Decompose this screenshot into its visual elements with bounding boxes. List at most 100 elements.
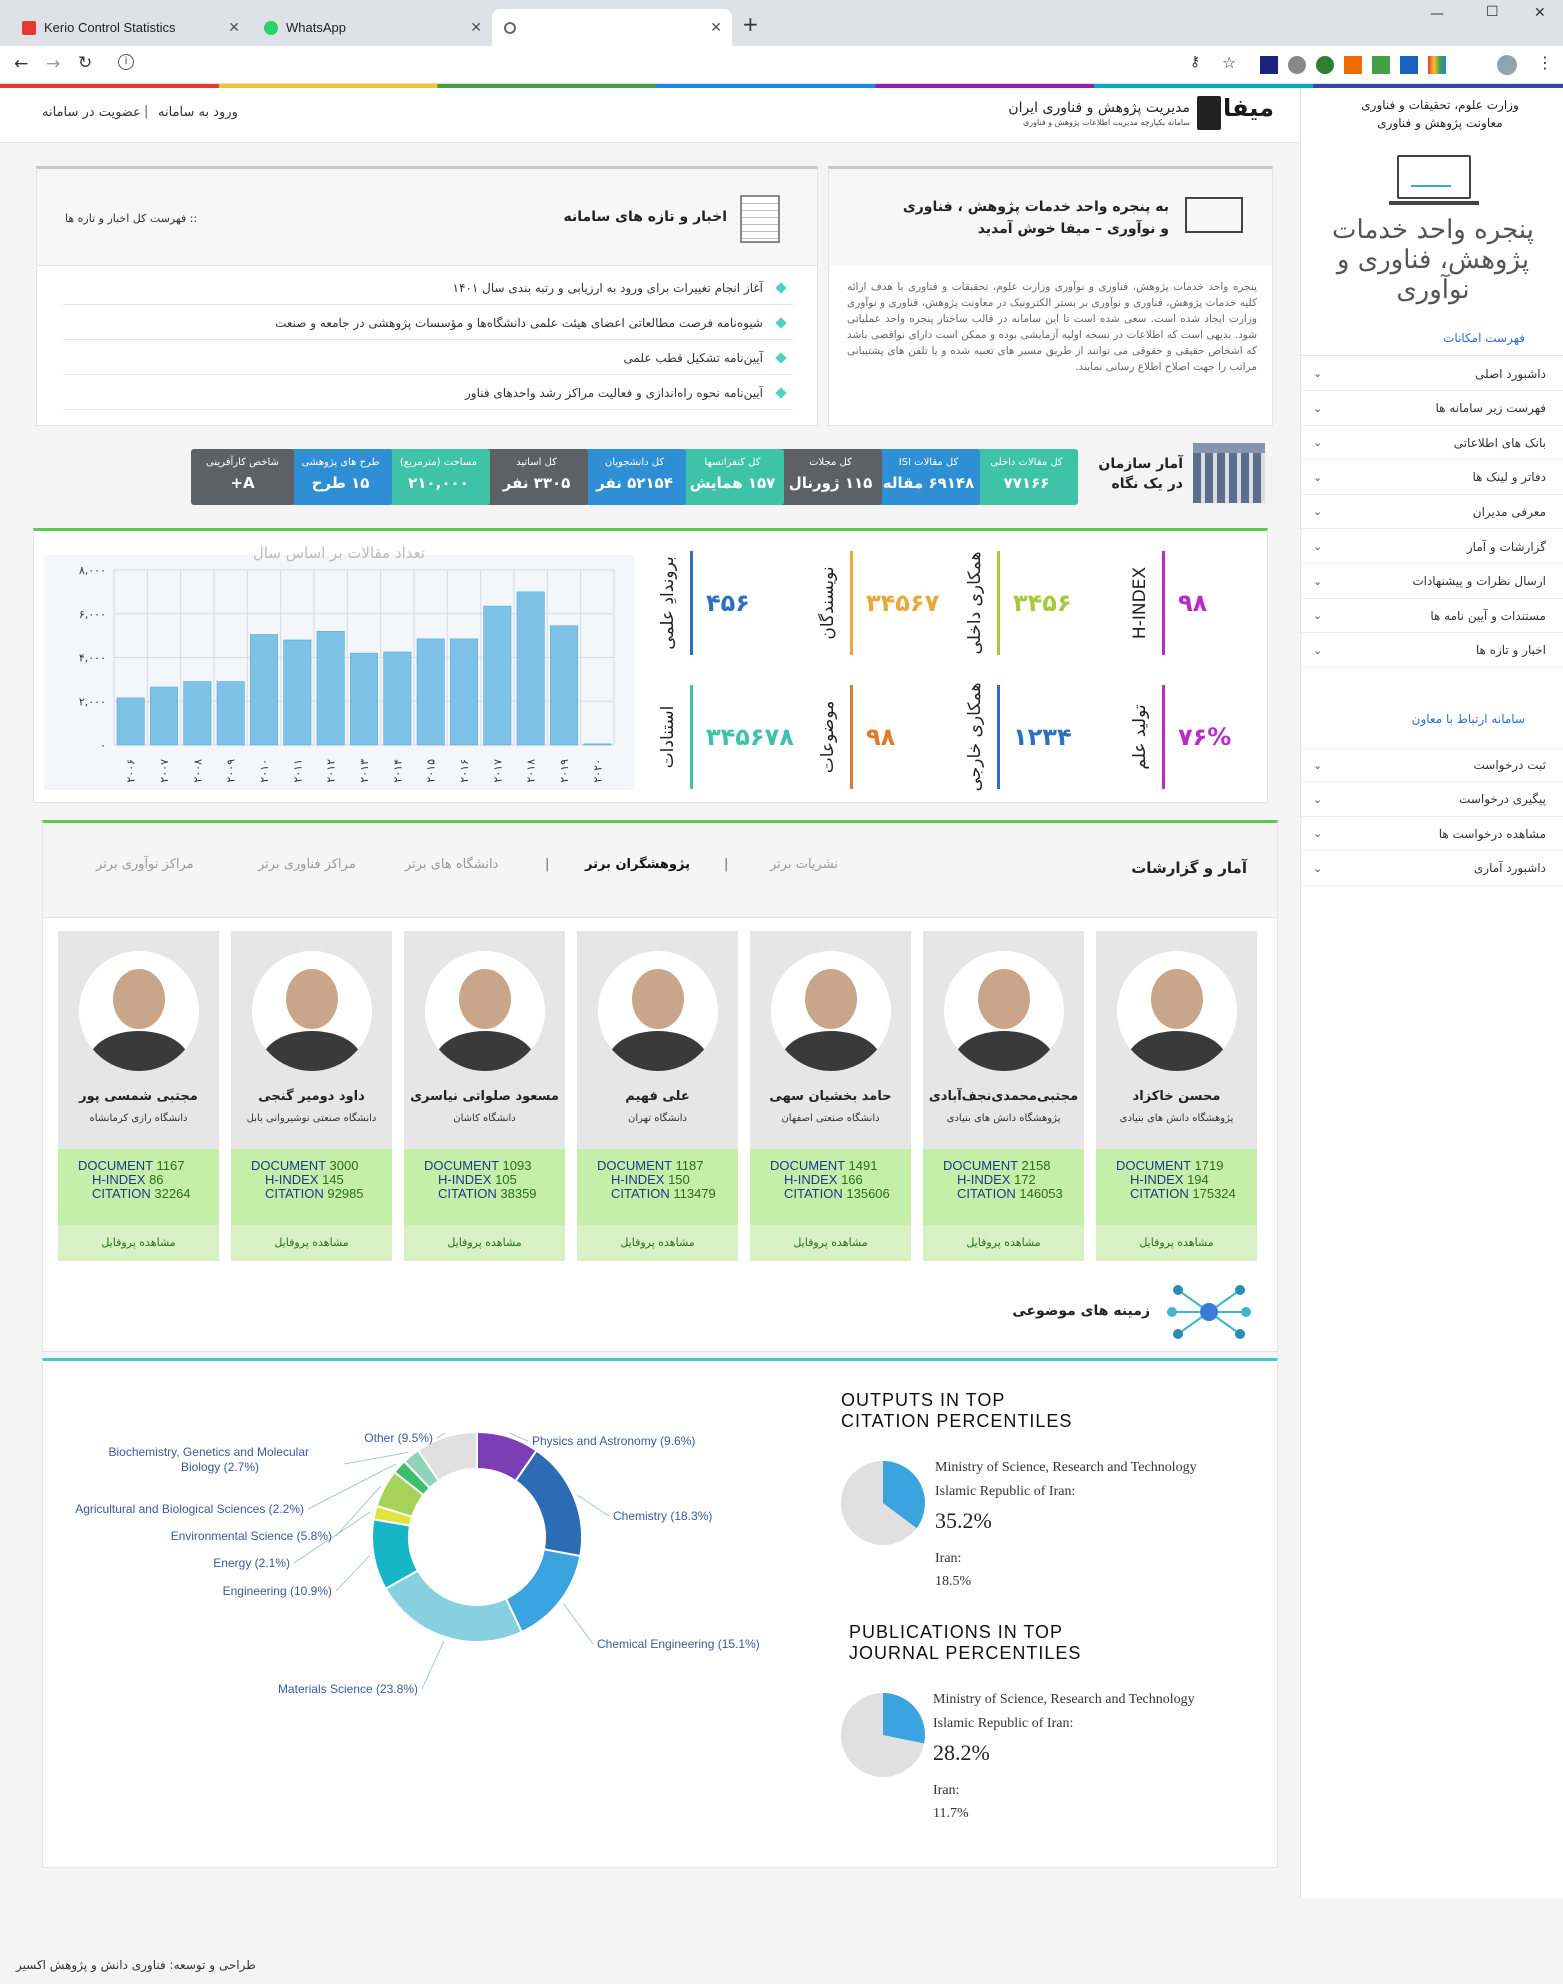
minimize-button[interactable]: — — [1430, 6, 1444, 22]
bar[interactable] — [116, 697, 145, 746]
news-item[interactable]: آیین‌نامه نحوه راه‌اندازی و فعالیت مراکز… — [63, 376, 793, 410]
stat-label: کل کنفرانسها — [704, 457, 761, 468]
avatar-shoulders — [1127, 1031, 1227, 1071]
sidebar-item[interactable]: فهرست زیر سامانه ها ⌄ — [1301, 392, 1563, 426]
avatar-shoulders — [89, 1031, 189, 1071]
sidebar-item[interactable]: دفاتر و لینک ها ⌄ — [1301, 461, 1563, 495]
bar[interactable] — [550, 625, 578, 746]
tab-top-innovation-centers[interactable]: مراکز نوآوری برتر — [96, 857, 194, 872]
view-profile-link[interactable]: مشاهده پروفایل — [404, 1225, 565, 1261]
avatar — [771, 951, 891, 1071]
avatar — [1117, 951, 1237, 1071]
sidebar-item[interactable]: بانک های اطلاعاتی ⌄ — [1301, 426, 1563, 461]
researcher-metrics: DOCUMENT 1187 H-INDEX 150 CITATION 113479 — [577, 1149, 738, 1225]
close-icon[interactable]: ✕ — [228, 19, 240, 36]
bar[interactable] — [316, 630, 345, 746]
x-tick-label: ۲۰۰۸ — [191, 759, 204, 783]
bar[interactable] — [283, 639, 312, 746]
register-link[interactable]: عضویت در سامانه — [42, 105, 141, 120]
sidebar-item[interactable]: گزارشات و آمار ⌄ — [1301, 530, 1563, 564]
researcher-name[interactable]: مجتبی‌محمدی‌نجف‌آبادی — [923, 1089, 1084, 1104]
news-all-link[interactable]: :: فهرست کل اخبار و تازه ها — [65, 212, 315, 225]
view-profile-link[interactable]: مشاهده پروفایل — [923, 1225, 1084, 1261]
researcher-name[interactable]: مسعود صلواتی نیاسری — [404, 1089, 565, 1104]
browser-tab-active[interactable]: ✕ — [492, 9, 732, 46]
researcher-card: داود دومیر گنجی دانشگاه صنعتی نوشیروانی ب… — [231, 931, 392, 1261]
researcher-name[interactable]: حامد بخشیان سهی — [750, 1089, 911, 1104]
extension-icons[interactable] — [1260, 56, 1475, 74]
browser-tab-whatsapp[interactable]: WhatsApp ✕ — [252, 9, 492, 46]
address-bar[interactable] — [145, 54, 1185, 76]
bar[interactable] — [183, 681, 212, 746]
bar[interactable] — [583, 743, 612, 746]
sidebar-item[interactable]: ارسال نظرات و پیشنهادات ⌄ — [1301, 565, 1563, 599]
stat-value: ۵۲۱۵۴ نفر — [596, 474, 673, 492]
tab-top-journals[interactable]: نشریات برتر — [770, 857, 838, 872]
menu-icon[interactable]: ⋮ — [1537, 53, 1553, 72]
kerio-icon — [22, 20, 36, 35]
contact-item[interactable]: مشاهده درخواست ها ⌄ — [1301, 817, 1563, 852]
bar[interactable] — [416, 638, 445, 746]
forward-icon[interactable]: → — [46, 54, 60, 74]
donut-slice[interactable] — [384, 1569, 524, 1643]
tab-top-tech-centers[interactable]: مراکز فناوری برتر — [258, 857, 356, 872]
kpi-item: استنادات ۳۴۵۶۷۸ — [658, 685, 835, 811]
chevron-down-icon: ⌄ — [1313, 436, 1323, 450]
profile-avatar[interactable] — [1497, 55, 1517, 75]
info-icon[interactable]: i — [118, 54, 134, 70]
bar[interactable] — [150, 686, 178, 746]
view-profile-link[interactable]: مشاهده پروفایل — [577, 1225, 738, 1261]
bar[interactable] — [383, 651, 412, 746]
stat-label: کل اساتید — [516, 457, 557, 468]
tab-top-universities[interactable]: دانشگاه های برتر — [405, 857, 498, 872]
metric-line: DOCUMENT 1187 — [597, 1159, 738, 1173]
news-item[interactable]: آیین‌نامه تشکیل قطب علمی — [63, 341, 793, 375]
donut-slice[interactable] — [504, 1548, 582, 1634]
y-tick-label: ۲,۰۰۰ — [79, 695, 106, 708]
researcher-card: حامد بخشیان سهی دانشگاه صنعتی اصفهان DOCUM… — [750, 931, 911, 1261]
contact-item[interactable]: داشبورد آماری ⌄ — [1301, 852, 1563, 886]
tab-top-researchers[interactable]: پژوهشگران برتر — [585, 857, 690, 872]
x-tick-label: ۲۰۱۳ — [358, 759, 371, 783]
reload-icon[interactable]: ↻ — [78, 53, 92, 73]
new-tab-button[interactable]: + — [742, 12, 759, 36]
contact-item[interactable]: پیگیری درخواست ⌄ — [1301, 783, 1563, 817]
bar[interactable] — [250, 634, 278, 746]
researcher-name[interactable]: داود دومیر گنجی — [231, 1089, 392, 1104]
key-icon[interactable]: ⚷ — [1190, 54, 1200, 70]
sidebar-item[interactable]: داشبورد اصلی ⌄ — [1301, 357, 1563, 391]
researcher-name[interactable]: محسن خاکزاد — [1096, 1089, 1257, 1104]
login-link[interactable]: ورود به سامانه — [158, 105, 238, 120]
bar[interactable] — [483, 605, 512, 746]
researcher-name[interactable]: مجتبی شمسی پور — [58, 1089, 219, 1104]
view-profile-link[interactable]: مشاهده پروفایل — [231, 1225, 392, 1261]
researcher-metrics: DOCUMENT 2158 H-INDEX 172 CITATION 146053 — [923, 1149, 1084, 1225]
sidebar-item[interactable]: اخبار و تازه ها ⌄ — [1301, 634, 1563, 668]
contact-item[interactable]: ثبت درخواست ⌄ — [1301, 748, 1563, 782]
sidebar-item[interactable]: معرفی مدیران ⌄ — [1301, 495, 1563, 530]
bar[interactable] — [450, 638, 478, 746]
bar[interactable] — [516, 591, 545, 746]
avatar — [425, 951, 545, 1071]
site-logo[interactable]: میفا — [1197, 92, 1289, 132]
contact-title[interactable]: سامانه ارتباط با معاون — [1330, 712, 1525, 726]
maximize-button[interactable]: ☐ — [1486, 4, 1499, 20]
close-icon[interactable]: ✕ — [470, 19, 482, 36]
close-icon[interactable]: ✕ — [710, 19, 722, 36]
bookmark-star-icon[interactable]: ☆ — [1222, 53, 1236, 72]
back-icon[interactable]: ← — [14, 54, 28, 74]
researcher-name[interactable]: علی فهیم — [577, 1089, 738, 1104]
browser-tab-kerio[interactable]: Kerio Control Statistics ✕ — [10, 9, 250, 46]
news-item[interactable]: آغاز انجام تغییرات برای ورود به ارزیابی … — [63, 271, 793, 305]
view-profile-link[interactable]: مشاهده پروفایل — [750, 1225, 911, 1261]
news-item[interactable]: شیوه‌نامه فرصت مطالعاتی اعضای هیئت علمی … — [63, 306, 793, 340]
close-window-button[interactable]: ✕ — [1534, 5, 1546, 21]
view-profile-link[interactable]: مشاهده پروفایل — [58, 1225, 219, 1261]
view-profile-link[interactable]: مشاهده پروفایل — [1096, 1225, 1257, 1261]
news-item-text: شیوه‌نامه فرصت مطالعاتی اعضای هیئت علمی … — [275, 315, 763, 330]
x-tick-label: ۲۰۱۱ — [291, 759, 304, 783]
sidebar-item[interactable]: مستندات و آیین نامه ها ⌄ — [1301, 599, 1563, 634]
donut-slice[interactable] — [514, 1449, 583, 1558]
bar[interactable] — [350, 652, 378, 746]
bar[interactable] — [216, 681, 245, 746]
